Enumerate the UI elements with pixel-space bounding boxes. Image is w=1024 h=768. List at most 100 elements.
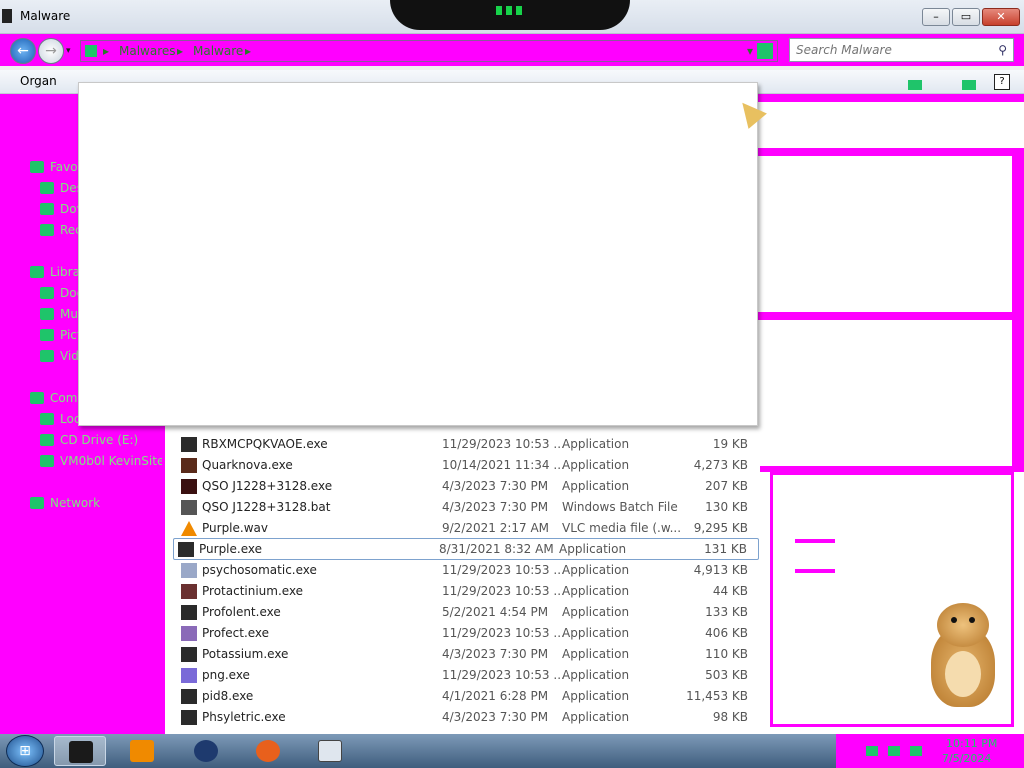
forward-button[interactable]: → [38, 38, 64, 64]
file-date: 4/3/2023 7:30 PM [442, 710, 549, 724]
file-date: 11/29/2023 10:53 ... [442, 437, 565, 451]
flag-icon[interactable] [866, 746, 878, 756]
nav-videos[interactable]: Vide [40, 347, 80, 365]
start-button[interactable]: ⊞ [6, 735, 44, 767]
nav-favorites[interactable]: Favo [30, 158, 80, 176]
file-row[interactable]: psychosomatic.exe 11/29/2023 10:53 ... A… [175, 560, 759, 581]
file-size: 11,453 KB [686, 689, 748, 703]
file-row[interactable]: pid8.exe 4/1/2021 6:28 PM Application 11… [175, 686, 759, 707]
search-icon[interactable]: ⚲ [998, 43, 1007, 57]
file-row[interactable]: Purple.wav 9/2/2021 2:17 AM VLC media fi… [175, 518, 759, 539]
nav-pictures[interactable]: Pict [40, 326, 80, 344]
file-row[interactable]: QSO J1228+3128.exe 4/3/2023 7:30 PM Appl… [175, 476, 759, 497]
back-button[interactable]: ← [10, 38, 36, 64]
file-row[interactable]: QSO J1228+3128.bat 4/3/2023 7:30 PM Wind… [175, 497, 759, 518]
batch-icon [181, 500, 197, 515]
nav-network[interactable]: Network [30, 494, 130, 512]
file-row[interactable]: Profect.exe 11/29/2023 10:53 ... Applica… [175, 623, 759, 644]
clock-time[interactable]: 10:11 PM [946, 737, 997, 750]
close-button[interactable]: ✕ [982, 8, 1020, 26]
nav-libraries[interactable]: Libra [30, 263, 80, 281]
file-name: Quarknova.exe [202, 458, 293, 472]
drive-icon [40, 413, 54, 425]
nav-downloads[interactable]: Dov [40, 200, 80, 218]
vlc-icon [181, 521, 197, 536]
file-type: Application [562, 710, 630, 724]
recent-pages-dropdown[interactable]: ▾ [66, 46, 71, 56]
file-row[interactable]: Potassium.exe 4/3/2023 7:30 PM Applicati… [175, 644, 759, 665]
nav-recent-places[interactable]: Rec [40, 221, 80, 239]
volume-icon[interactable] [910, 746, 922, 756]
app-icon [181, 710, 197, 725]
breadcrumb-separator[interactable]: ▸ [177, 44, 183, 58]
file-name: RBXMCPQKVAOE.exe [202, 437, 328, 451]
blank-popup-window[interactable] [78, 82, 758, 426]
preview-pane-icon[interactable] [962, 80, 976, 90]
refresh-button[interactable] [757, 43, 773, 59]
file-row[interactable]: Profolent.exe 5/2/2021 4:54 PM Applicati… [175, 602, 759, 623]
file-size: 131 KB [704, 542, 747, 556]
file-row[interactable]: png.exe 11/29/2023 10:53 ... Application… [175, 665, 759, 686]
nav-item-label: Favo [50, 160, 78, 174]
nav-local-disk[interactable]: Loca [40, 410, 80, 428]
nav-music[interactable]: Mu [40, 305, 80, 323]
cat-icon [181, 458, 197, 473]
file-type: Application [562, 689, 630, 703]
search-input[interactable] [796, 40, 986, 60]
clock-date[interactable]: 7/5/2024 [942, 752, 991, 765]
breadcrumb-separator[interactable]: ▸ [103, 44, 109, 58]
file-row[interactable]: Protactinium.exe 11/29/2023 10:53 ... Ap… [175, 581, 759, 602]
breadcrumb-malwares[interactable]: Malwares [119, 44, 176, 58]
breadcrumb-separator[interactable]: ▸ [245, 44, 251, 58]
nav-desktop[interactable]: Des [40, 179, 80, 197]
file-size: 19 KB [712, 437, 748, 451]
taskbar-globe[interactable] [180, 736, 232, 766]
nav-network-drive[interactable]: VM0b0l KevinSite [40, 452, 162, 470]
address-dropdown[interactable]: ▾ [747, 44, 753, 58]
glitch-line [795, 569, 835, 573]
organize-menu[interactable]: Organ [20, 74, 57, 88]
breadcrumb-malware[interactable]: Malware [193, 44, 243, 58]
file-date: 8/31/2021 8:32 AM [439, 542, 554, 556]
media-player-icon [130, 740, 154, 762]
nav-item-label: Loca [60, 412, 80, 426]
minimize-button[interactable]: – [922, 8, 950, 26]
file-date: 10/14/2021 11:34 ... [442, 458, 565, 472]
change-view-icon[interactable] [908, 80, 922, 90]
taskbar-explorer[interactable] [54, 736, 106, 766]
file-date: 11/29/2023 10:53 ... [442, 668, 565, 682]
nav-item-label: Doc [60, 286, 80, 300]
file-size: 4,913 KB [693, 563, 748, 577]
file-name: Protactinium.exe [202, 584, 304, 598]
nav-computer[interactable]: Comp [30, 389, 80, 407]
hamster-head [937, 603, 989, 647]
file-type: Application [562, 647, 630, 661]
file-name: Phsyletric.exe [202, 710, 286, 724]
file-row-selected[interactable]: Purple.exe 8/31/2021 8:32 AM Application… [173, 538, 759, 560]
recent-places-icon [40, 224, 54, 236]
green-led-icon [496, 6, 502, 15]
taskbar-firefox[interactable] [242, 736, 294, 766]
file-size: 98 KB [712, 710, 748, 724]
taskbar-media-player[interactable] [116, 736, 168, 766]
green-led-icon [506, 6, 512, 15]
nav-cd-drive[interactable]: CD Drive (E:) [40, 431, 160, 449]
help-icon[interactable]: ? [994, 74, 1010, 90]
file-row[interactable]: Quarknova.exe 10/14/2021 11:34 ... Appli… [175, 455, 759, 476]
hamster-belly [945, 651, 981, 697]
app-icon [181, 647, 197, 662]
preview-panel [770, 472, 1014, 727]
file-name: psychosomatic.exe [202, 563, 317, 577]
globe-icon [194, 740, 218, 762]
search-box[interactable]: ⚲ [789, 38, 1014, 62]
file-type: Application [562, 437, 630, 451]
folder-icon [85, 45, 97, 57]
file-row[interactable]: Phsyletric.exe 4/3/2023 7:30 PM Applicat… [175, 707, 759, 728]
file-name: Purple.exe [199, 542, 262, 556]
restore-button[interactable]: ▭ [952, 8, 980, 26]
taskbar-notepad[interactable] [304, 736, 356, 766]
address-bar[interactable]: ▸ Malwares ▸ Malware ▸ ▾ [80, 40, 778, 62]
nav-documents[interactable]: Doc [40, 284, 80, 302]
display-icon[interactable] [888, 746, 900, 756]
file-row[interactable]: RBXMCPQKVAOE.exe 11/29/2023 10:53 ... Ap… [175, 434, 759, 455]
